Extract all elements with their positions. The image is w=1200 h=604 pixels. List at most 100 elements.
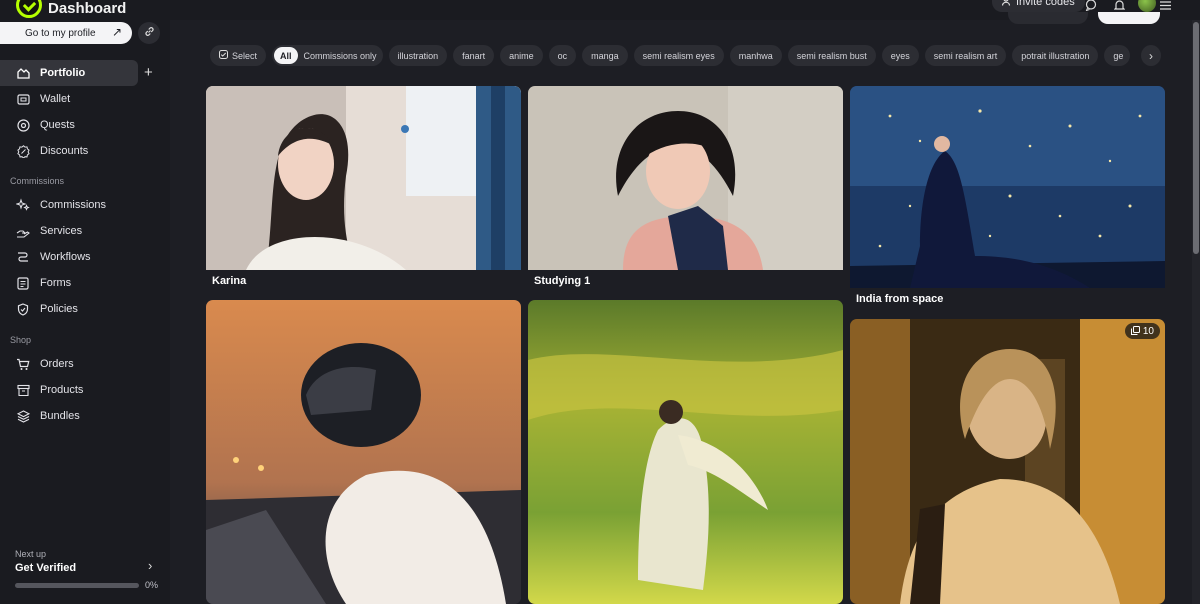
progress-percent: 0% <box>145 580 159 590</box>
sidebar-item-workflows[interactable]: Workflows <box>0 244 138 270</box>
sidebar-item-discounts[interactable]: Discounts <box>0 138 138 164</box>
go-to-profile-button[interactable]: Go to my profile ↗ <box>0 22 132 44</box>
tag-chip[interactable]: eyes <box>881 45 919 66</box>
portfolio-card[interactable]: Karina <box>206 86 521 289</box>
sidebar-item-label: Bundles <box>40 410 80 422</box>
sidebar-item-label: Wallet <box>40 93 71 105</box>
sidebar-item-label: Quests <box>40 119 75 131</box>
sidebar-item-label: Products <box>40 384 84 396</box>
artwork-image <box>528 86 843 270</box>
sidebar-item-commissions[interactable]: Commissions <box>0 192 138 218</box>
sidebar: Go to my profile ↗ Portfolio + Wallet Qu… <box>0 20 170 604</box>
sidebar-item-label: Forms <box>40 277 72 289</box>
verification-progress-bar <box>15 583 139 588</box>
sidebar-item-products[interactable]: Products <box>0 377 138 403</box>
bell-icon[interactable] <box>1108 0 1130 14</box>
sidebar-item-label: Workflows <box>40 251 91 263</box>
copy-link-button[interactable] <box>138 22 160 44</box>
arrow-up-right-icon: ↗ <box>111 25 122 39</box>
sidebar-item-orders[interactable]: Orders <box>0 351 138 377</box>
select-button[interactable]: Select <box>210 45 267 66</box>
sidebar-item-forms[interactable]: Forms <box>0 270 138 296</box>
scroll-tags-right-button[interactable]: › <box>1141 45 1161 66</box>
card-title: Studying 1 <box>534 275 591 287</box>
tag-chip[interactable]: manga <box>582 45 628 66</box>
add-portfolio-icon[interactable]: + <box>144 64 153 81</box>
sidebar-item-quests[interactable]: Quests <box>0 112 138 138</box>
select-label: Select <box>232 50 258 61</box>
menu-icon[interactable] <box>1154 0 1176 14</box>
box-icon <box>16 383 30 397</box>
tag-chip[interactable]: manhwa <box>729 45 782 66</box>
tag-chip[interactable]: semi realism bust <box>787 45 876 66</box>
portfolio-card[interactable]: 10 <box>850 319 1165 604</box>
tag-chip-clipped[interactable]: ge <box>1104 45 1131 66</box>
chevron-right-icon: › <box>148 558 153 573</box>
sidebar-item-services[interactable]: Services <box>0 218 138 244</box>
filter-commissions-only[interactable]: Commissions only <box>304 51 377 61</box>
discounts-icon <box>16 144 30 158</box>
tag-chip[interactable]: semi realism eyes <box>633 45 724 66</box>
tag-chip[interactable]: anime <box>500 45 543 66</box>
checkbox-icon <box>219 50 228 61</box>
portfolio-icon <box>16 66 30 80</box>
app-title: Dashboard <box>48 0 127 17</box>
tag-chip[interactable]: potrait illustration <box>1012 45 1099 66</box>
chat-icon[interactable] <box>1080 0 1102 14</box>
sidebar-item-label: Services <box>40 225 83 237</box>
portfolio-card[interactable]: Studying 1 <box>528 86 843 289</box>
section-label-shop: Shop <box>10 335 32 345</box>
artwork-image <box>850 319 1165 604</box>
sparkle-icon <box>16 198 30 212</box>
portfolio-card[interactable]: India from space <box>850 86 1165 308</box>
scrollbar-thumb[interactable] <box>1193 22 1199 254</box>
image-count-badge: 10 <box>1124 323 1160 339</box>
wallet-icon <box>16 92 30 106</box>
services-icon <box>16 224 30 238</box>
sidebar-item-label: Discounts <box>40 145 89 157</box>
card-title: Karina <box>212 275 247 287</box>
workflows-icon <box>16 250 30 264</box>
sidebar-item-label: Commissions <box>40 199 107 211</box>
logo-icon <box>16 0 42 18</box>
image-count: 10 <box>1142 325 1154 337</box>
next-up-label: Next up <box>15 549 47 559</box>
section-label-commissions: Commissions <box>10 176 65 186</box>
invite-codes-label: Invite codes <box>1016 0 1075 8</box>
main-scrollbar[interactable] <box>1192 20 1200 604</box>
sidebar-item-label: Portfolio <box>40 67 86 79</box>
forms-icon <box>16 276 30 290</box>
artwork-image <box>206 86 521 270</box>
filter-bar: Select All Commissions only illustration… <box>210 45 1131 66</box>
sidebar-item-policies[interactable]: Policies <box>0 296 138 322</box>
portfolio-card[interactable] <box>206 300 521 604</box>
chevron-right-icon: › <box>1149 48 1153 63</box>
sidebar-item-wallet[interactable]: Wallet <box>0 86 138 112</box>
card-title: India from space <box>856 293 944 305</box>
sidebar-item-label: Policies <box>40 303 78 315</box>
tag-chip[interactable]: oc <box>548 45 577 66</box>
toolbar-pill[interactable] <box>1008 12 1088 24</box>
images-stack-icon <box>1130 325 1140 337</box>
next-up-card[interactable]: Next up Get Verified › 0% <box>0 542 170 604</box>
artwork-image <box>206 300 521 604</box>
sidebar-item-label: Orders <box>40 358 74 370</box>
filter-all[interactable]: All <box>274 47 298 64</box>
quests-icon <box>16 118 30 132</box>
shield-icon <box>16 302 30 316</box>
portfolio-card[interactable] <box>528 300 843 604</box>
tag-chip[interactable]: illustration <box>388 45 448 66</box>
tag-chip[interactable]: fanart <box>453 45 495 66</box>
cart-icon <box>16 357 30 371</box>
go-to-profile-label: Go to my profile <box>25 27 96 39</box>
user-plus-icon <box>1001 0 1012 9</box>
tag-chip[interactable]: semi realism art <box>924 45 1007 66</box>
app-logo[interactable]: Dashboard <box>16 0 126 18</box>
artwork-image <box>850 86 1165 288</box>
layers-icon <box>16 409 30 423</box>
invite-codes-button[interactable]: Invite codes <box>992 0 1085 12</box>
sidebar-item-bundles[interactable]: Bundles <box>0 403 138 429</box>
top-bar: Dashboard Invite codes <box>0 0 1200 24</box>
artwork-image <box>528 300 843 604</box>
sidebar-item-portfolio[interactable]: Portfolio <box>0 60 138 86</box>
